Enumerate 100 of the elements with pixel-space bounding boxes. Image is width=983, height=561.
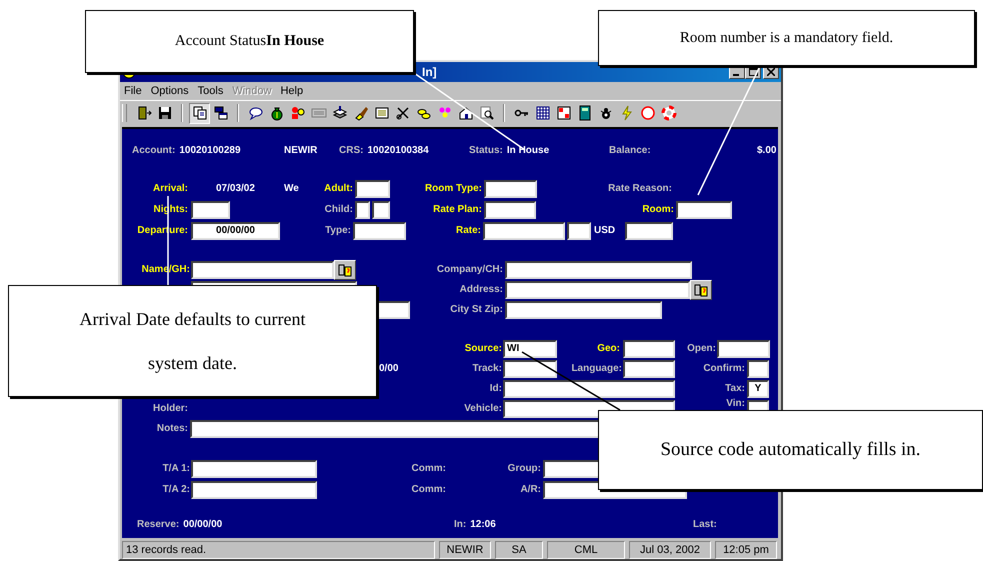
field-label: Vin:: [726, 397, 745, 411]
input-field[interactable]: [676, 201, 732, 219]
field-label: CRS:: [339, 144, 364, 158]
field-label: A/R:: [520, 483, 541, 497]
save-icon: [156, 105, 172, 121]
input-field[interactable]: [505, 301, 662, 319]
field-value: $.00: [757, 144, 776, 158]
field-label: Balance:: [609, 144, 651, 158]
input-field[interactable]: [505, 281, 690, 299]
field-label: Reserve:: [137, 518, 180, 532]
house-icon: [458, 105, 474, 121]
list-icon: [374, 105, 390, 121]
input-field[interactable]: [567, 222, 591, 240]
field-label: Company/CH:: [436, 263, 503, 277]
menu-item[interactable]: Options: [148, 85, 196, 97]
field-value: 12:06: [470, 518, 496, 532]
input-field[interactable]: [503, 380, 675, 398]
field-label: Rate Reason:: [608, 182, 672, 196]
callout-text: Room number is a mandatory field.: [680, 30, 894, 46]
field-label: Room:: [642, 203, 674, 217]
input-field[interactable]: Y: [747, 380, 769, 398]
field-label: Holder:: [153, 402, 188, 416]
input-field[interactable]: [191, 460, 317, 478]
field-label: Comm:: [412, 483, 446, 497]
field-label: Type:: [325, 224, 351, 238]
callout-text: Account StatusIn House: [174, 33, 324, 50]
input-field[interactable]: [483, 222, 565, 240]
callout-text: Arrival Date defaults to current system date.: [78, 308, 306, 375]
field-label: Address:: [460, 283, 503, 297]
menu-item[interactable]: Help: [278, 85, 310, 97]
input-field[interactable]: [372, 201, 390, 219]
field-label: Status:: [469, 144, 503, 158]
field-value: We: [284, 182, 299, 196]
input-field[interactable]: [353, 222, 406, 240]
status-pane: 12:05 pm: [715, 541, 777, 559]
input-field[interactable]: [625, 222, 673, 240]
input-field[interactable]: [747, 360, 769, 378]
field-label: In:: [454, 518, 466, 532]
lookup-button[interactable]: [334, 260, 356, 280]
input-field[interactable]: [191, 261, 334, 279]
field-label: T/A 2:: [162, 483, 190, 497]
field-value: 10020100289: [179, 144, 241, 158]
field-label: Room Type:: [424, 182, 482, 196]
brush-icon: [352, 105, 368, 121]
field-label: Comm:: [412, 462, 446, 476]
status-pane: Jul 03, 2002: [629, 541, 711, 559]
input-field[interactable]: [623, 360, 675, 378]
money-bag-icon: [268, 105, 284, 121]
magnifier-icon: [478, 105, 494, 121]
field-label: Last:: [693, 518, 717, 532]
field-label: Child:: [324, 203, 353, 217]
field-label: Track:: [472, 362, 502, 376]
input-field[interactable]: [505, 261, 692, 279]
currency-unit: USD: [594, 224, 616, 238]
input-field[interactable]: WI: [503, 340, 557, 358]
input-field[interactable]: [503, 360, 557, 378]
input-field[interactable]: [191, 481, 317, 499]
calculator-icon: [576, 105, 592, 121]
field-label: Adult:: [324, 182, 353, 196]
field-label: Rate:: [456, 224, 481, 238]
input-field[interactable]: [484, 180, 537, 198]
window-title: In]: [422, 65, 437, 79]
field-value: 0/00: [379, 362, 398, 376]
scissors-icon: [394, 105, 410, 121]
input-field[interactable]: [717, 340, 770, 358]
lookup-icon: [338, 263, 352, 277]
field-label: T/A 1:: [162, 462, 190, 476]
field-label: Group:: [508, 462, 541, 476]
speech-bubble-icon: [248, 105, 264, 121]
input-field[interactable]: [355, 180, 390, 198]
lookup-button[interactable]: [690, 280, 712, 300]
field-label: Arrival:: [152, 182, 188, 196]
menu-item[interactable]: Tools: [196, 85, 230, 97]
field-label: Id:: [490, 382, 502, 396]
input-field[interactable]: [355, 201, 370, 219]
copy-button[interactable]: [189, 102, 210, 124]
field-label: Account:: [132, 144, 176, 158]
lookup-icon: [694, 283, 708, 297]
field-label: Confirm:: [703, 362, 745, 376]
input-field[interactable]: 00/00/00: [191, 222, 280, 240]
field-value: 00/00/00: [183, 518, 222, 532]
copy-icon: [192, 105, 208, 121]
status-pane: NEWIR: [439, 541, 491, 559]
field-label: City St Zip:: [450, 303, 503, 317]
input-field[interactable]: [191, 201, 230, 219]
field-label: Language:: [571, 362, 622, 376]
menu-item[interactable]: File: [122, 85, 149, 97]
input-field[interactable]: [623, 340, 675, 358]
field-label: Open:: [687, 342, 716, 356]
field-label: Tax:: [725, 382, 745, 396]
field-value: In House: [506, 144, 550, 158]
field-label: Rate Plan:: [433, 203, 482, 217]
stack-icon: [332, 105, 348, 121]
field-value: NEWIR: [284, 144, 318, 158]
input-field[interactable]: [484, 201, 536, 219]
status-pane: SA: [495, 541, 543, 559]
status-pane: 13 records read.: [122, 541, 435, 559]
field-label: Vehicle:: [464, 402, 502, 416]
field-label: Source:: [464, 342, 502, 356]
grid-icon: [534, 105, 550, 121]
